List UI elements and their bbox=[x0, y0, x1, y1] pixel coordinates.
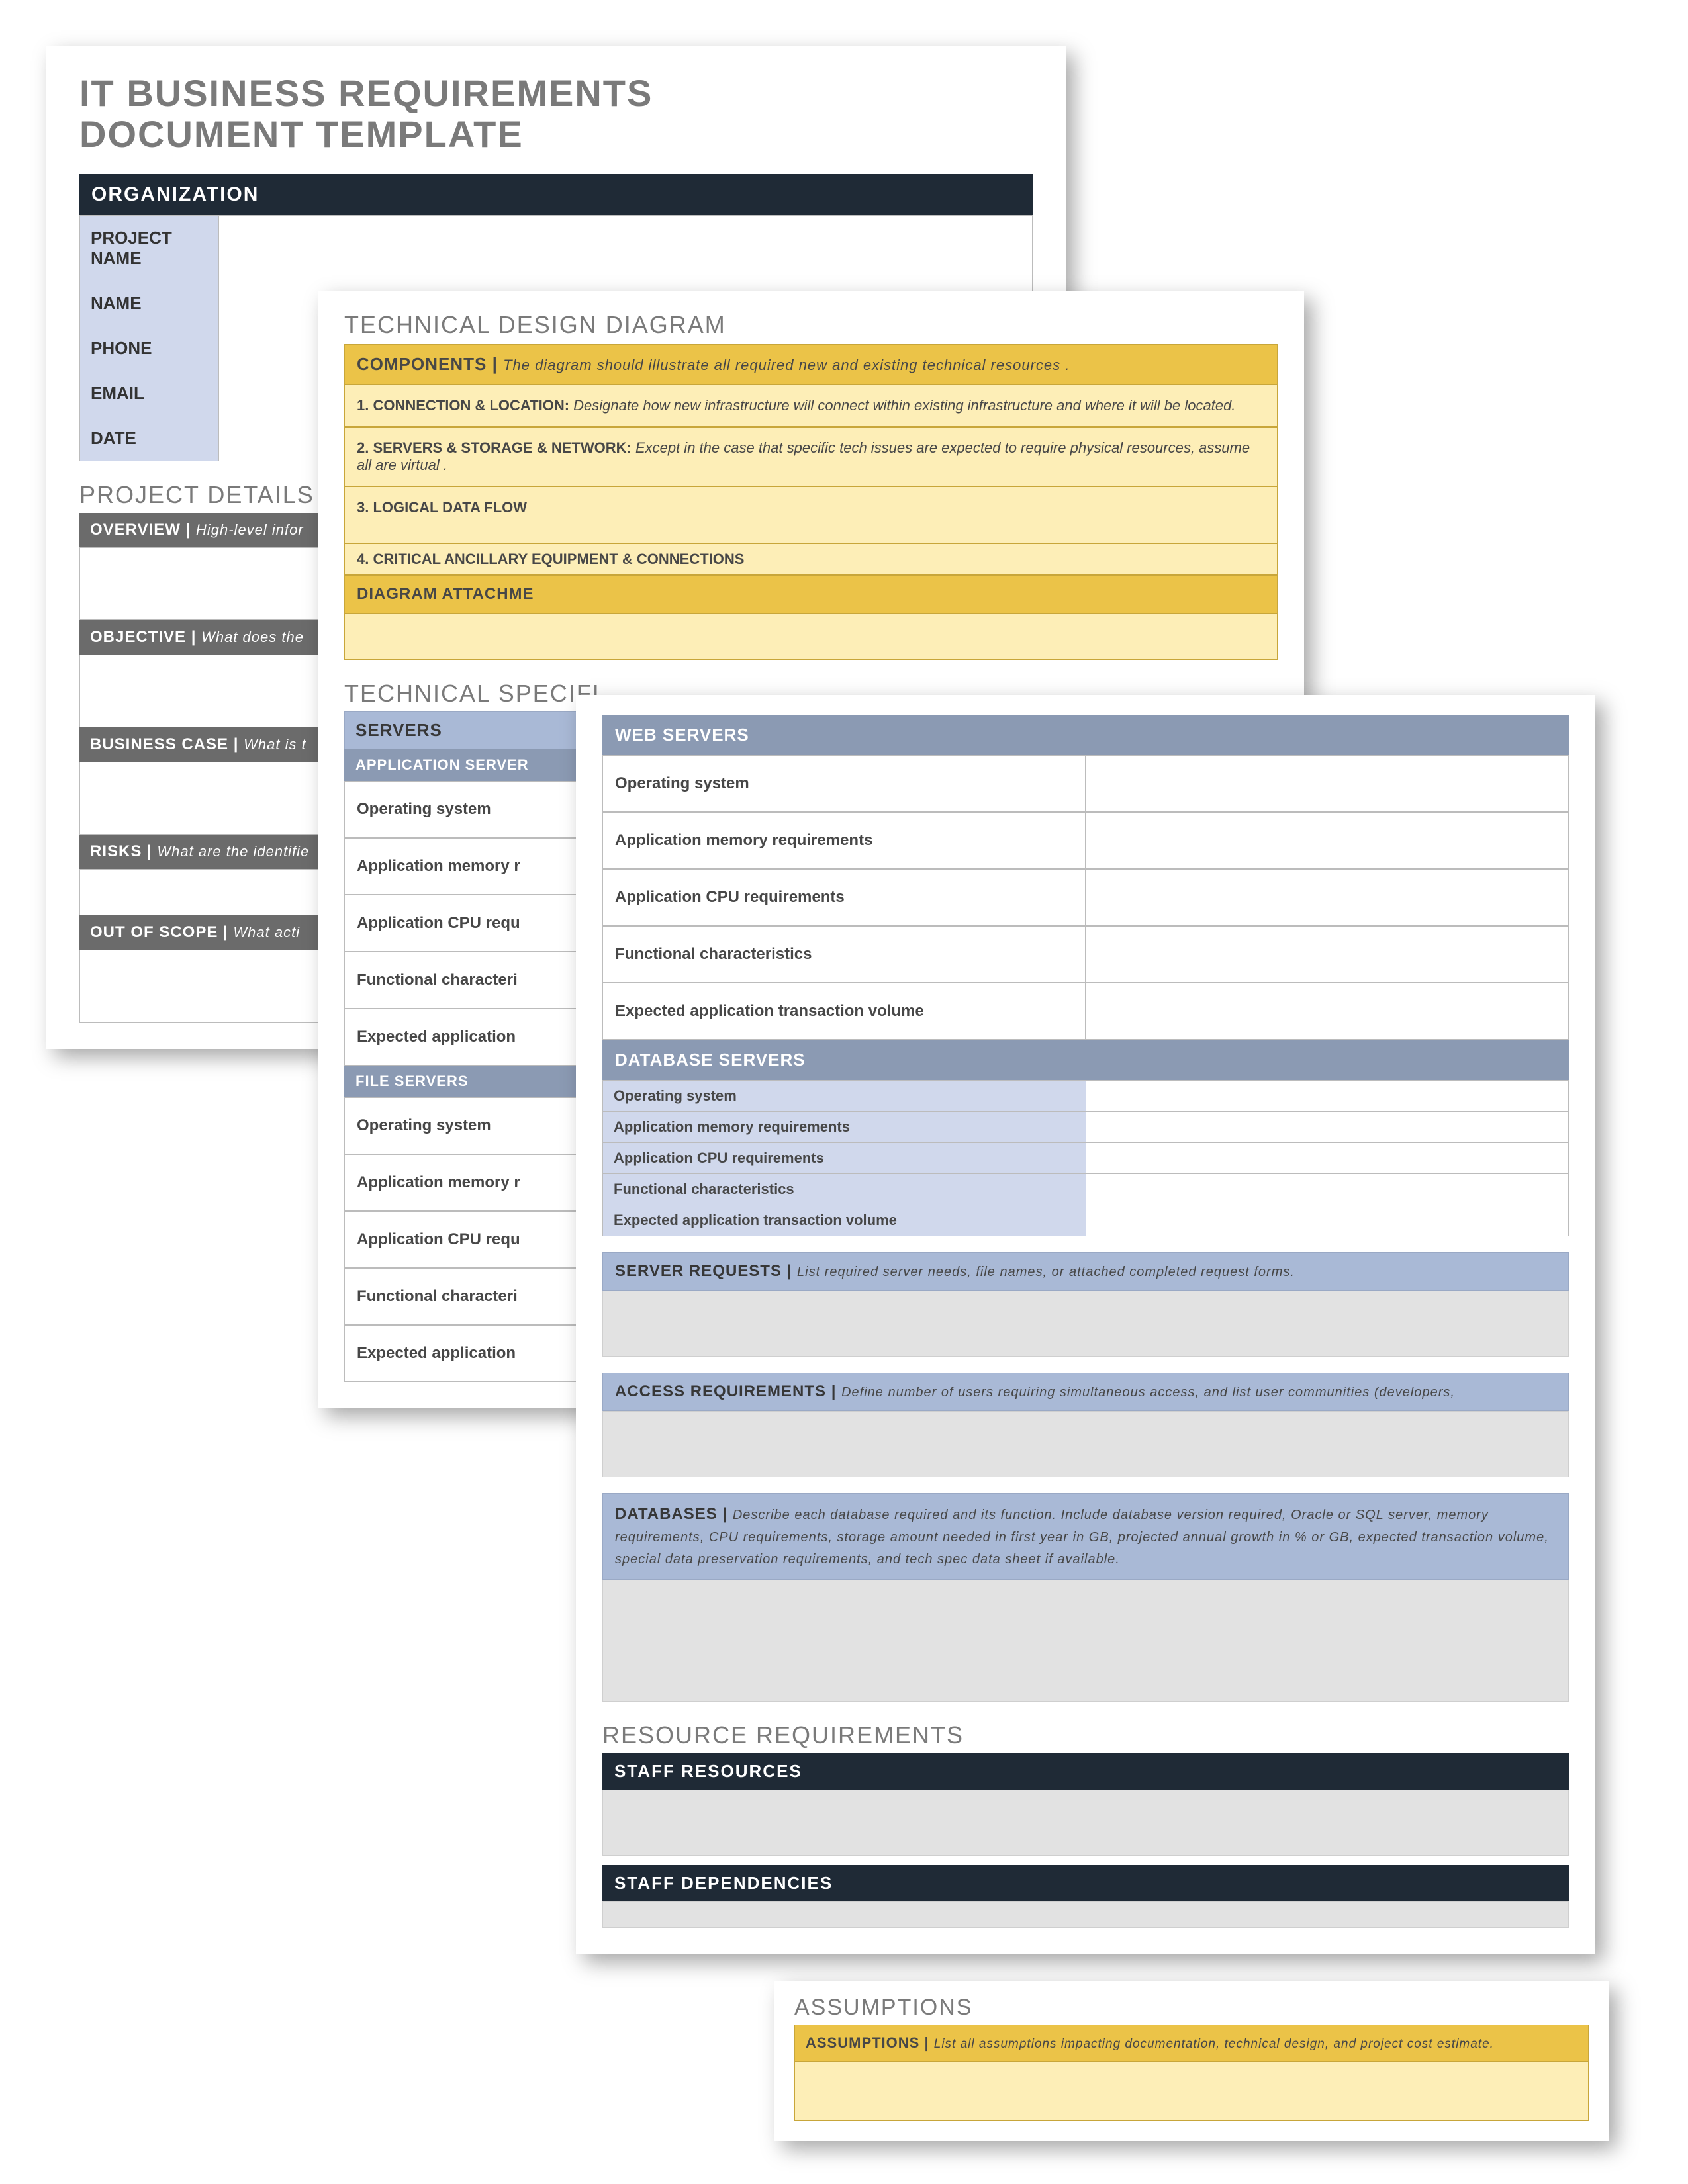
bar-out-of-scope-label: OUT OF SCOPE | bbox=[90, 923, 228, 941]
db-os-label: Operating system bbox=[603, 1081, 1086, 1112]
server-requests-header: SERVER REQUESTS | List required server n… bbox=[602, 1252, 1569, 1291]
assumptions-hint: List all assumptions impacting documenta… bbox=[934, 2037, 1494, 2051]
page-4: ASSUMPTIONS ASSUMPTIONS | List all assum… bbox=[774, 1981, 1609, 2141]
databases-header: DATABASES | Describe each database requi… bbox=[602, 1493, 1569, 1580]
row1-text: Designate how new infrastructure will co… bbox=[573, 397, 1235, 414]
server-requests-label: SERVER REQUESTS | bbox=[615, 1262, 792, 1280]
databases-label: DATABASES | bbox=[615, 1505, 727, 1523]
web-cpu-label: Application CPU requirements bbox=[602, 869, 1086, 926]
assumptions-title: ASSUMPTIONS bbox=[794, 1995, 1589, 2021]
web-func-val[interactable] bbox=[1086, 926, 1569, 983]
db-cpu-label: Application CPU requirements bbox=[603, 1143, 1086, 1174]
page-3: WEB SERVERS Operating system Application… bbox=[576, 695, 1595, 1954]
db-mem-label: Application memory requirements bbox=[603, 1112, 1086, 1143]
bar-overview-label: OVERVIEW | bbox=[90, 521, 191, 539]
db-table: Operating system Application memory requ… bbox=[602, 1080, 1569, 1236]
db-vol-val[interactable] bbox=[1086, 1205, 1569, 1236]
web-vol-val[interactable] bbox=[1086, 983, 1569, 1040]
component-row-3: 3. LOGICAL DATA FLOW bbox=[344, 486, 1278, 543]
resource-req-title: RESOURCE REQUIREMENTS bbox=[602, 1721, 1569, 1749]
web-os-val[interactable] bbox=[1086, 755, 1569, 812]
web-row-func: Functional characteristics bbox=[602, 926, 1569, 983]
bar-business-case-hint: What is t bbox=[244, 736, 306, 752]
label-email: EMAIL bbox=[80, 371, 219, 416]
access-req-hint: Define number of users requiring simulta… bbox=[841, 1385, 1455, 1400]
doc-title: IT BUSINESS REQUIREMENTS DOCUMENT TEMPLA… bbox=[79, 73, 1033, 154]
databases-hint: Describe each database required and its … bbox=[615, 1508, 1549, 1567]
row2-label: 2. SERVERS & STORAGE & NETWORK: bbox=[357, 439, 632, 456]
bar-risks-label: RISKS | bbox=[90, 842, 152, 860]
label-phone: PHONE bbox=[80, 326, 219, 371]
diagram-attachments: DIAGRAM ATTACHME bbox=[344, 575, 1278, 614]
organization-header: ORGANIZATION bbox=[79, 174, 1033, 215]
access-req-body[interactable] bbox=[602, 1411, 1569, 1477]
components-header: COMPONENTS | The diagram should illustra… bbox=[344, 344, 1278, 385]
staff-resources-body[interactable] bbox=[602, 1790, 1569, 1856]
web-mem-val[interactable] bbox=[1086, 812, 1569, 869]
web-os-label: Operating system bbox=[602, 755, 1086, 812]
components-label: COMPONENTS | bbox=[357, 354, 498, 374]
staff-dependencies-header: STAFF DEPENDENCIES bbox=[602, 1865, 1569, 1901]
bar-objective-label: OBJECTIVE | bbox=[90, 628, 196, 646]
web-mem-label: Application memory requirements bbox=[602, 812, 1086, 869]
component-row-2: 2. SERVERS & STORAGE & NETWORK: Except i… bbox=[344, 427, 1278, 486]
db-cpu-val[interactable] bbox=[1086, 1143, 1569, 1174]
databases-body[interactable] bbox=[602, 1580, 1569, 1702]
bar-out-of-scope-hint: What acti bbox=[233, 924, 300, 940]
diagram-attach-body[interactable] bbox=[344, 614, 1278, 660]
component-row-1: 1. CONNECTION & LOCATION: Designate how … bbox=[344, 385, 1278, 427]
db-os-val[interactable] bbox=[1086, 1081, 1569, 1112]
row1-label: 1. CONNECTION & LOCATION: bbox=[357, 397, 569, 414]
title-line-1: IT BUSINESS REQUIREMENTS bbox=[79, 72, 653, 114]
web-row-cpu: Application CPU requirements bbox=[602, 869, 1569, 926]
web-row-vol: Expected application transaction volume bbox=[602, 983, 1569, 1040]
components-hint: The diagram should illustrate all requir… bbox=[503, 357, 1070, 373]
db-func-val[interactable] bbox=[1086, 1174, 1569, 1205]
tech-design-title: TECHNICAL DESIGN DIAGRAM bbox=[344, 311, 1278, 339]
label-name: NAME bbox=[80, 281, 219, 326]
web-cpu-val[interactable] bbox=[1086, 869, 1569, 926]
db-func-label: Functional characteristics bbox=[603, 1174, 1086, 1205]
server-requests-body[interactable] bbox=[602, 1291, 1569, 1357]
staff-dependencies-body[interactable] bbox=[602, 1901, 1569, 1928]
db-mem-val[interactable] bbox=[1086, 1112, 1569, 1143]
staff-resources-header: STAFF RESOURCES bbox=[602, 1753, 1569, 1790]
server-requests-hint: List required server needs, file names, … bbox=[797, 1265, 1295, 1279]
label-project-name: PROJECT NAME bbox=[80, 216, 219, 281]
bar-overview-hint: High-level infor bbox=[196, 522, 304, 538]
label-date: DATE bbox=[80, 416, 219, 461]
web-vol-label: Expected application transaction volume bbox=[602, 983, 1086, 1040]
web-row-os: Operating system bbox=[602, 755, 1569, 812]
web-func-label: Functional characteristics bbox=[602, 926, 1086, 983]
db-vol-label: Expected application transaction volume bbox=[603, 1205, 1086, 1236]
bar-objective-hint: What does the bbox=[201, 629, 304, 645]
assumptions-label: ASSUMPTIONS | bbox=[806, 2034, 929, 2051]
component-row-4: 4. CRITICAL ANCILLARY EQUIPMENT & CONNEC… bbox=[344, 543, 1278, 575]
bar-business-case-label: BUSINESS CASE | bbox=[90, 735, 238, 753]
access-req-header: ACCESS REQUIREMENTS | Define number of u… bbox=[602, 1373, 1569, 1411]
bar-risks-hint: What are the identifie bbox=[157, 843, 309, 860]
web-servers-header: WEB SERVERS bbox=[602, 715, 1569, 755]
title-line-2: DOCUMENT TEMPLATE bbox=[79, 113, 524, 155]
access-req-label: ACCESS REQUIREMENTS | bbox=[615, 1383, 836, 1400]
web-row-mem: Application memory requirements bbox=[602, 812, 1569, 869]
field-project-name[interactable] bbox=[219, 216, 1033, 281]
assumptions-header: ASSUMPTIONS | List all assumptions impac… bbox=[794, 2025, 1589, 2062]
assumptions-body[interactable] bbox=[794, 2062, 1589, 2121]
db-servers-header: DATABASE SERVERS bbox=[602, 1040, 1569, 1080]
